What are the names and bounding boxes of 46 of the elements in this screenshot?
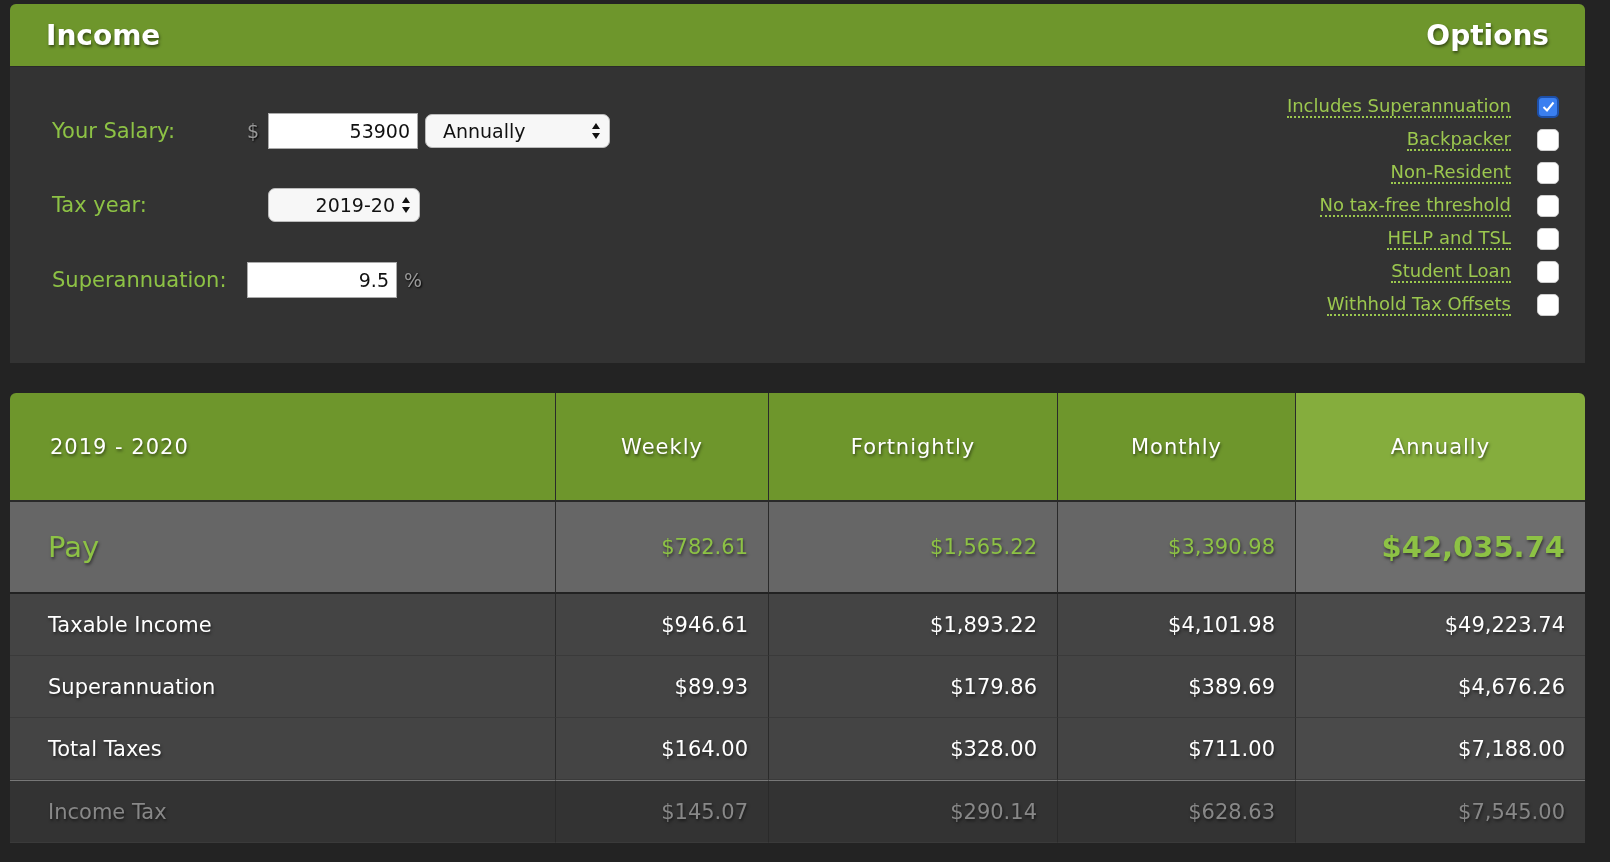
row-label: Taxable Income [10, 594, 555, 656]
option-label[interactable]: Includes Superannuation [1286, 95, 1511, 118]
row-label: Income Tax [10, 780, 555, 843]
table-cell: $3,390.98 [1057, 502, 1295, 594]
column-header[interactable]: Weekly [555, 393, 768, 502]
superannuation-input[interactable]: 9.5 [247, 262, 397, 299]
table-cell: $164.00 [555, 718, 768, 780]
table-cell: $328.00 [768, 718, 1057, 780]
table-cell: $946.61 [555, 594, 768, 656]
option-label[interactable]: No tax-free threshold [1319, 194, 1511, 217]
table-cell: $145.07 [555, 780, 768, 843]
table-cell: $7,545.00 [1295, 780, 1585, 843]
currency-symbol: $ [247, 119, 261, 142]
superannuation-label: Superannuation: [52, 268, 228, 293]
table-cell: $389.69 [1057, 656, 1295, 718]
table-cell: $4,676.26 [1295, 656, 1585, 718]
table-cell: $4,101.98 [1057, 594, 1295, 656]
table-cell: $7,188.00 [1295, 718, 1585, 780]
table-cell: $1,893.22 [768, 594, 1057, 656]
option-label[interactable]: Backpacker [1406, 128, 1511, 151]
column-header[interactable]: Monthly [1057, 393, 1295, 502]
column-header[interactable]: Fortnightly [768, 393, 1057, 502]
table-cell: $628.63 [1057, 780, 1295, 843]
table-cell: $49,223.74 [1295, 594, 1585, 656]
option-label[interactable]: Non-Resident [1390, 161, 1511, 184]
options-title: Options [1426, 18, 1549, 52]
salary-input[interactable]: 53900 [268, 112, 418, 149]
income-title: Income [46, 18, 161, 52]
table-cell: $711.00 [1057, 718, 1295, 780]
table-cell: $782.61 [555, 502, 768, 594]
table-header-cell: 2019 - 2020 [10, 393, 555, 502]
salary-label: Your Salary: [52, 118, 177, 143]
table-cell: $290.14 [768, 780, 1057, 843]
row-label: Pay [10, 502, 555, 594]
table-cell: $1,565.22 [768, 502, 1057, 594]
period-select[interactable]: Annually [425, 113, 610, 148]
option-label[interactable]: Student Loan [1391, 260, 1511, 283]
tax-year-label: Tax year: [52, 193, 148, 218]
option-label[interactable]: Withhold Tax Offsets [1326, 293, 1511, 316]
table-cell: $42,035.74 [1295, 502, 1585, 594]
table-cell: $89.93 [555, 656, 768, 718]
table-cell: $179.86 [768, 656, 1057, 718]
row-label: Superannuation [10, 656, 555, 718]
tax-year-select[interactable]: 2019-20 [268, 188, 420, 223]
row-label: Total Taxes [10, 718, 555, 780]
option-label[interactable]: HELP and TSL [1387, 227, 1511, 250]
